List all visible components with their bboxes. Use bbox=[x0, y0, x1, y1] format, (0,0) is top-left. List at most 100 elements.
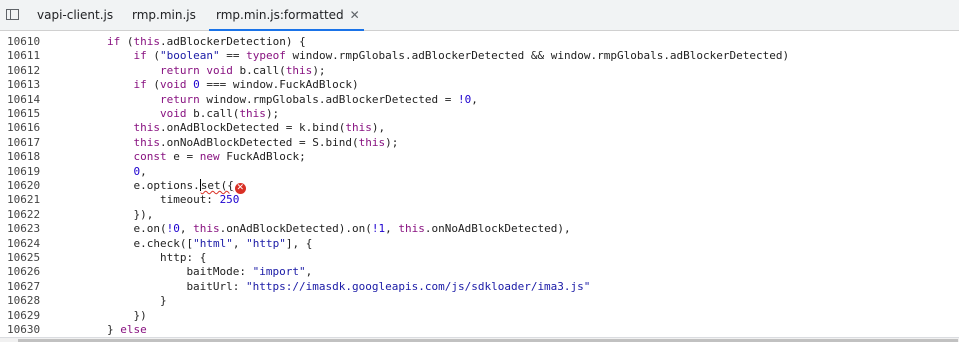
code-token: 250 bbox=[219, 193, 240, 207]
code-token: "boolean" bbox=[159, 49, 220, 63]
line-number[interactable]: 10630 bbox=[7, 323, 47, 337]
error-icon[interactable]: ✕ bbox=[234, 183, 246, 194]
code-token: void bbox=[159, 107, 187, 120]
code-text[interactable]: this.onAdBlockDetected = k.bind(this), bbox=[133, 121, 385, 135]
code-token: this bbox=[285, 63, 313, 77]
toggle-navigator-icon[interactable] bbox=[6, 9, 19, 20]
tab-rmp-min[interactable]: rmp.min.js bbox=[132, 0, 196, 31]
code-text[interactable]: return void b.call(this); bbox=[160, 64, 326, 78]
code-text[interactable]: timeout: 250 bbox=[160, 193, 239, 207]
code-token: if bbox=[107, 35, 121, 48]
code-token: set({ bbox=[200, 179, 234, 192]
close-tab-icon[interactable]: ✕ bbox=[350, 0, 360, 31]
code-token: !0 bbox=[457, 92, 472, 106]
code-token: if bbox=[133, 78, 147, 92]
line-number[interactable]: 10626 bbox=[7, 265, 47, 279]
editor-tab-bar: vapi-client.js rmp.min.js rmp.min.js:for… bbox=[0, 0, 959, 31]
code-token: return bbox=[159, 92, 200, 106]
line-number[interactable]: 10621 bbox=[7, 193, 47, 207]
code-token: .onNoAdBlockDetected), bbox=[424, 222, 571, 236]
code-text[interactable]: http: { bbox=[160, 251, 206, 265]
code-token: new bbox=[199, 150, 220, 164]
code-token: e.options. bbox=[133, 179, 200, 192]
line-number[interactable]: 10624 bbox=[7, 237, 47, 251]
code-token: return bbox=[159, 63, 200, 77]
code-token: this bbox=[193, 222, 220, 236]
code-token: .onAdBlockDetected).on( bbox=[219, 222, 372, 236]
code-token: , bbox=[140, 164, 147, 178]
code-text[interactable]: }), bbox=[133, 208, 153, 222]
code-token: else bbox=[120, 323, 147, 336]
line-number[interactable]: 10622 bbox=[7, 208, 47, 222]
code-token: , bbox=[232, 236, 247, 250]
code-text[interactable]: e.options.set({✕ bbox=[133, 179, 246, 194]
code-text[interactable]: if (this.adBlockerDetection) { bbox=[107, 35, 306, 49]
line-number[interactable]: 10615 bbox=[7, 107, 47, 121]
line-number[interactable]: 10616 bbox=[7, 121, 47, 135]
line-number[interactable]: 10612 bbox=[7, 64, 47, 78]
code-token: ( bbox=[146, 78, 160, 92]
code-token: b.call( bbox=[232, 63, 286, 77]
code-token: ); bbox=[312, 63, 326, 77]
line-number[interactable]: 10618 bbox=[7, 150, 47, 164]
tab-label: rmp.min.js bbox=[132, 8, 196, 22]
code-token: "import" bbox=[252, 265, 306, 279]
code-text[interactable]: return window.rmpGlobals.adBlockerDetect… bbox=[160, 93, 478, 107]
horizontal-scrollbar[interactable] bbox=[0, 337, 959, 342]
code-token: "html" bbox=[193, 236, 233, 250]
code-token: void bbox=[206, 63, 233, 77]
code-token: baitMode: bbox=[186, 265, 253, 279]
code-text[interactable]: } else bbox=[107, 323, 147, 337]
line-number[interactable]: 10628 bbox=[7, 294, 47, 308]
code-token: ); bbox=[385, 135, 399, 149]
code-text[interactable]: if (void 0 === window.FuckAdBlock) bbox=[133, 78, 358, 92]
code-token: timeout: bbox=[159, 193, 220, 207]
line-number[interactable]: 10613 bbox=[7, 78, 47, 92]
line-number[interactable]: 10627 bbox=[7, 280, 47, 294]
code-token: this bbox=[133, 121, 160, 135]
code-token: !1 bbox=[371, 222, 386, 236]
tab-label: rmp.min.js:formatted bbox=[216, 8, 344, 22]
line-number[interactable]: 10623 bbox=[7, 222, 47, 236]
code-token: b.call( bbox=[186, 107, 240, 120]
code-text[interactable]: baitUrl: "https://imasdk.googleapis.com/… bbox=[186, 280, 590, 294]
code-token: const bbox=[133, 150, 167, 164]
code-token: window.rmpGlobals.adBlockerDetected = bbox=[199, 92, 458, 106]
code-editor[interactable]: 10610 if (this.adBlockerDetection) { 10611… bbox=[0, 31, 959, 337]
line-number[interactable]: 10614 bbox=[7, 93, 47, 107]
code-token: , bbox=[471, 92, 478, 106]
line-number[interactable]: 10617 bbox=[7, 136, 47, 150]
code-token: , bbox=[385, 222, 399, 236]
code-token: this bbox=[133, 35, 161, 48]
code-token: baitUrl: bbox=[186, 279, 247, 293]
code-text[interactable]: e.check(["html", "http"], { bbox=[133, 237, 312, 251]
code-token: , bbox=[179, 222, 194, 236]
code-token: this bbox=[239, 107, 266, 120]
line-number[interactable]: 10629 bbox=[7, 309, 47, 323]
line-number[interactable]: 10620 bbox=[7, 179, 47, 193]
line-number[interactable]: 10625 bbox=[7, 251, 47, 265]
code-token: "https://imasdk.googleapis.com/js/sdkloa… bbox=[246, 279, 591, 293]
code-token: }) bbox=[133, 308, 147, 322]
code-text[interactable]: }) bbox=[133, 309, 146, 323]
code-token: this bbox=[345, 121, 372, 135]
tab-vapi-client[interactable]: vapi-client.js bbox=[37, 0, 113, 31]
line-number[interactable]: 10619 bbox=[7, 165, 47, 179]
line-number[interactable]: 10610 bbox=[7, 35, 47, 49]
code-token: === window.FuckAdBlock) bbox=[199, 78, 359, 92]
code-token: !0 bbox=[166, 222, 180, 236]
code-text[interactable]: const e = new FuckAdBlock; bbox=[133, 150, 305, 164]
code-token: ], { bbox=[285, 236, 313, 250]
code-text[interactable]: void b.call(this); bbox=[160, 107, 279, 121]
code-token: ( bbox=[146, 49, 160, 63]
code-token: , bbox=[305, 265, 313, 279]
code-text[interactable]: if ("boolean" == typeof window.rmpGlobal… bbox=[133, 49, 789, 63]
code-text[interactable]: 0, bbox=[133, 165, 146, 179]
tab-rmp-min-formatted[interactable]: rmp.min.js:formatted ✕ bbox=[209, 0, 364, 31]
code-text[interactable]: e.on(!0, this.onAdBlockDetected).on(!1, … bbox=[133, 222, 570, 236]
code-token: e = bbox=[166, 150, 200, 164]
code-text[interactable]: this.onNoAdBlockDetected = S.bind(this); bbox=[133, 136, 398, 150]
code-text[interactable]: } bbox=[160, 294, 167, 308]
code-text[interactable]: baitMode: "import", bbox=[186, 265, 312, 279]
line-number[interactable]: 10611 bbox=[7, 49, 47, 63]
